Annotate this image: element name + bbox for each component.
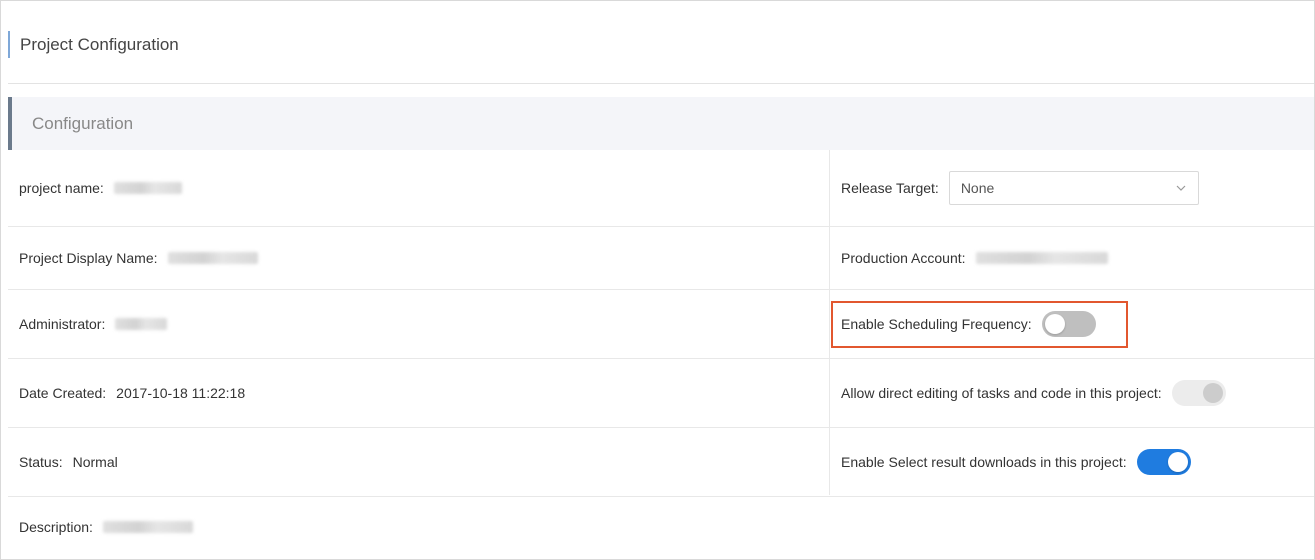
configuration-grid: project name: Release Target: None Proje… [8, 150, 1314, 558]
config-row: Project Display Name: Production Account… [8, 226, 1314, 290]
config-row: Description: [8, 496, 1314, 558]
toggle-knob [1044, 313, 1065, 334]
date-created-label: Date Created: [19, 384, 107, 401]
description-label: Description: [19, 519, 93, 535]
scheduling-frequency-label: Enable Scheduling Frequency: [841, 315, 1032, 332]
project-name-field: project name: [19, 150, 182, 226]
select-downloads-field: Enable Select result downloads in this p… [841, 427, 1191, 496]
display-name-value-redacted [167, 251, 258, 264]
status-field: Status: Normal [19, 427, 118, 496]
description-value-redacted [102, 521, 193, 533]
scheduling-frequency-field: Enable Scheduling Frequency: [841, 289, 1096, 358]
config-row: Administrator: Enable Scheduling Frequen… [8, 289, 1314, 359]
status-label: Status: [19, 453, 63, 470]
status-value: Normal [72, 453, 118, 470]
display-name-label: Project Display Name: [19, 249, 158, 266]
release-target-label: Release Target: [841, 180, 939, 196]
toggle-knob [1202, 382, 1223, 403]
select-downloads-toggle[interactable] [1136, 448, 1191, 475]
release-target-select[interactable]: None [948, 171, 1199, 205]
date-created-field: Date Created: 2017-10-18 11:22:18 [19, 358, 245, 427]
select-downloads-label: Enable Select result downloads in this p… [841, 453, 1127, 470]
administrator-field: Administrator: [19, 289, 168, 358]
direct-editing-toggle [1171, 379, 1226, 406]
direct-editing-label: Allow direct editing of tasks and code i… [841, 384, 1162, 401]
config-row: project name: Release Target: None [8, 150, 1314, 227]
administrator-label: Administrator: [19, 315, 106, 332]
production-account-field: Production Account: [841, 226, 1108, 289]
project-name-label: project name: [19, 180, 104, 196]
date-created-value: 2017-10-18 11:22:18 [116, 384, 246, 401]
section-title: Configuration [8, 97, 1314, 150]
production-account-label: Production Account: [841, 249, 966, 266]
administrator-value-redacted [115, 317, 168, 330]
chevron-down-icon [1176, 185, 1186, 191]
config-row: Date Created: 2017-10-18 11:22:18 Allow … [8, 358, 1314, 428]
project-name-value-redacted [113, 182, 182, 194]
header-divider [8, 83, 1314, 84]
release-target-field: Release Target: None [841, 150, 1199, 226]
scheduling-frequency-toggle[interactable] [1041, 310, 1096, 337]
toggle-knob [1167, 451, 1188, 472]
release-target-selected: None [960, 180, 995, 196]
description-field: Description: [19, 496, 193, 558]
production-account-value-redacted [975, 251, 1108, 264]
page-title: Project Configuration [8, 31, 179, 58]
display-name-field: Project Display Name: [19, 226, 258, 289]
direct-editing-field: Allow direct editing of tasks and code i… [841, 358, 1226, 427]
config-row: Status: Normal Enable Select result down… [8, 427, 1314, 497]
